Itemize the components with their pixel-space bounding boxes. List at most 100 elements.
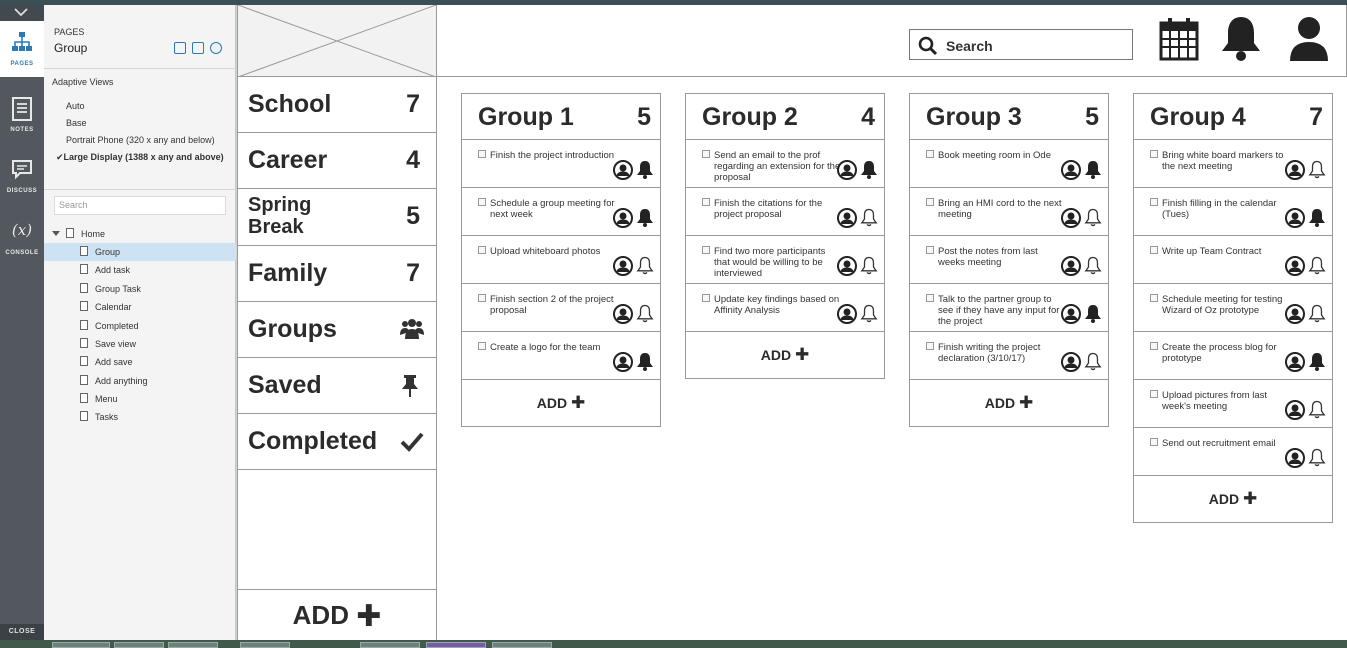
assign-user-icon[interactable]	[837, 256, 857, 281]
adaptive-view-item[interactable]: Base	[66, 117, 87, 130]
bell-outline-icon[interactable]	[1084, 208, 1102, 232]
bell-outline-icon[interactable]	[1084, 256, 1102, 280]
tree-item[interactable]: Add save	[80, 353, 133, 371]
tree-item[interactable]: Tasks	[80, 408, 118, 426]
task-checkbox[interactable]	[1150, 342, 1158, 350]
assign-user-icon[interactable]	[1285, 304, 1305, 329]
bell-filled-icon[interactable]	[1084, 160, 1102, 184]
assign-user-icon[interactable]	[1061, 352, 1081, 377]
assign-user-icon[interactable]	[1285, 352, 1305, 377]
tree-item[interactable]: Menu	[80, 390, 118, 408]
task-checkbox[interactable]	[1150, 246, 1158, 254]
expand-triangle-icon[interactable]	[52, 231, 60, 236]
assign-user-icon[interactable]	[613, 256, 633, 281]
task-checkbox[interactable]	[478, 198, 486, 206]
tab-discuss[interactable]: DISCUSS	[0, 148, 44, 204]
add-task-button[interactable]: ADD ✚	[686, 332, 884, 378]
assign-user-icon[interactable]	[1285, 400, 1305, 425]
taskbar-item[interactable]	[492, 642, 552, 648]
task-checkbox[interactable]	[702, 246, 710, 254]
assign-user-icon[interactable]	[613, 208, 633, 233]
close-button[interactable]: CLOSE	[0, 624, 44, 640]
adaptive-view-item[interactable]: Portrait Phone (320 x any and below)	[66, 134, 215, 147]
adaptive-view-item[interactable]: Auto	[66, 100, 85, 113]
category-career[interactable]: Career 4	[238, 133, 436, 189]
bell-outline-icon[interactable]	[1308, 160, 1326, 184]
group-header[interactable]: Group 3 5	[910, 94, 1108, 140]
bell-outline-icon[interactable]	[636, 304, 654, 328]
add-task-button[interactable]: ADD ✚	[910, 380, 1108, 426]
tree-item-group[interactable]: Group	[44, 243, 236, 261]
edit-page-icon[interactable]	[192, 42, 204, 54]
bell-filled-icon[interactable]	[636, 160, 654, 184]
bell-filled-icon[interactable]	[636, 352, 654, 376]
bell-outline-icon[interactable]	[636, 256, 654, 280]
tree-item[interactable]: Completed	[80, 317, 139, 335]
add-task-button[interactable]: ADD ✚	[462, 380, 660, 426]
tab-pages[interactable]: PAGES	[0, 21, 44, 77]
task-checkbox[interactable]	[1150, 438, 1158, 446]
assign-user-icon[interactable]	[1285, 208, 1305, 233]
bell-outline-icon[interactable]	[1308, 256, 1326, 280]
bell-filled-icon[interactable]	[1308, 352, 1326, 376]
bell-filled-icon[interactable]	[1308, 208, 1326, 232]
group-header[interactable]: Group 2 4	[686, 94, 884, 140]
bell-outline-icon[interactable]	[1308, 400, 1326, 424]
assign-user-icon[interactable]	[1061, 256, 1081, 281]
tab-notes[interactable]: NOTES	[0, 87, 44, 143]
taskbar-item[interactable]	[114, 642, 164, 648]
bell-filled-icon[interactable]	[636, 208, 654, 232]
collapse-toggle[interactable]	[0, 5, 44, 21]
taskbar-item[interactable]	[168, 642, 218, 648]
bell-icon[interactable]	[1219, 15, 1263, 63]
tree-item[interactable]: Save view	[80, 335, 136, 353]
assign-user-icon[interactable]	[837, 304, 857, 329]
task-checkbox[interactable]	[1150, 390, 1158, 398]
bell-outline-icon[interactable]	[1308, 448, 1326, 472]
category-spring-break[interactable]: Spring Break 5	[238, 189, 436, 246]
bell-filled-icon[interactable]	[860, 160, 878, 184]
task-checkbox[interactable]	[478, 150, 486, 158]
taskbar-item[interactable]	[360, 642, 420, 648]
task-checkbox[interactable]	[478, 246, 486, 254]
assign-user-icon[interactable]	[1285, 160, 1305, 185]
assign-user-icon[interactable]	[613, 304, 633, 329]
task-checkbox[interactable]	[1150, 150, 1158, 158]
adaptive-view-item-selected[interactable]: ✔Large Display (1388 x any and above)	[56, 151, 231, 164]
category-groups[interactable]: Groups	[238, 302, 436, 358]
tree-item-home[interactable]: Home	[52, 225, 236, 243]
assign-user-icon[interactable]	[1061, 160, 1081, 185]
task-checkbox[interactable]	[702, 198, 710, 206]
task-checkbox[interactable]	[926, 294, 934, 302]
calendar-icon[interactable]	[1159, 17, 1199, 61]
tab-console[interactable]: (x) CONSOLE	[0, 210, 44, 266]
assign-user-icon[interactable]	[837, 208, 857, 233]
category-family[interactable]: Family 7	[238, 246, 436, 302]
task-checkbox[interactable]	[926, 246, 934, 254]
task-checkbox[interactable]	[926, 342, 934, 350]
page-style-icon[interactable]	[210, 42, 222, 54]
task-checkbox[interactable]	[1150, 294, 1158, 302]
taskbar-item[interactable]	[426, 642, 486, 648]
assign-user-icon[interactable]	[1061, 208, 1081, 233]
tree-item[interactable]: Calendar	[80, 298, 132, 316]
task-checkbox[interactable]	[1150, 198, 1158, 206]
tree-item[interactable]: Group Task	[80, 280, 141, 298]
task-checkbox[interactable]	[478, 342, 486, 350]
pages-search-input[interactable]: Search	[54, 196, 226, 215]
assign-user-icon[interactable]	[613, 160, 633, 185]
bell-outline-icon[interactable]	[1308, 304, 1326, 328]
search-input[interactable]: Search	[909, 29, 1133, 60]
bell-filled-icon[interactable]	[1084, 304, 1102, 328]
assign-user-icon[interactable]	[1285, 448, 1305, 473]
bell-outline-icon[interactable]	[1084, 352, 1102, 376]
tree-item[interactable]: Add anything	[80, 372, 148, 390]
task-checkbox[interactable]	[702, 294, 710, 302]
assign-user-icon[interactable]	[1285, 256, 1305, 281]
bell-outline-icon[interactable]	[860, 208, 878, 232]
group-header[interactable]: Group 1 5	[462, 94, 660, 140]
add-category-button[interactable]: ADD ✚	[238, 589, 436, 640]
tree-item[interactable]: Add task	[80, 261, 130, 279]
taskbar-item[interactable]	[52, 642, 110, 648]
group-header[interactable]: Group 4 7	[1134, 94, 1332, 140]
